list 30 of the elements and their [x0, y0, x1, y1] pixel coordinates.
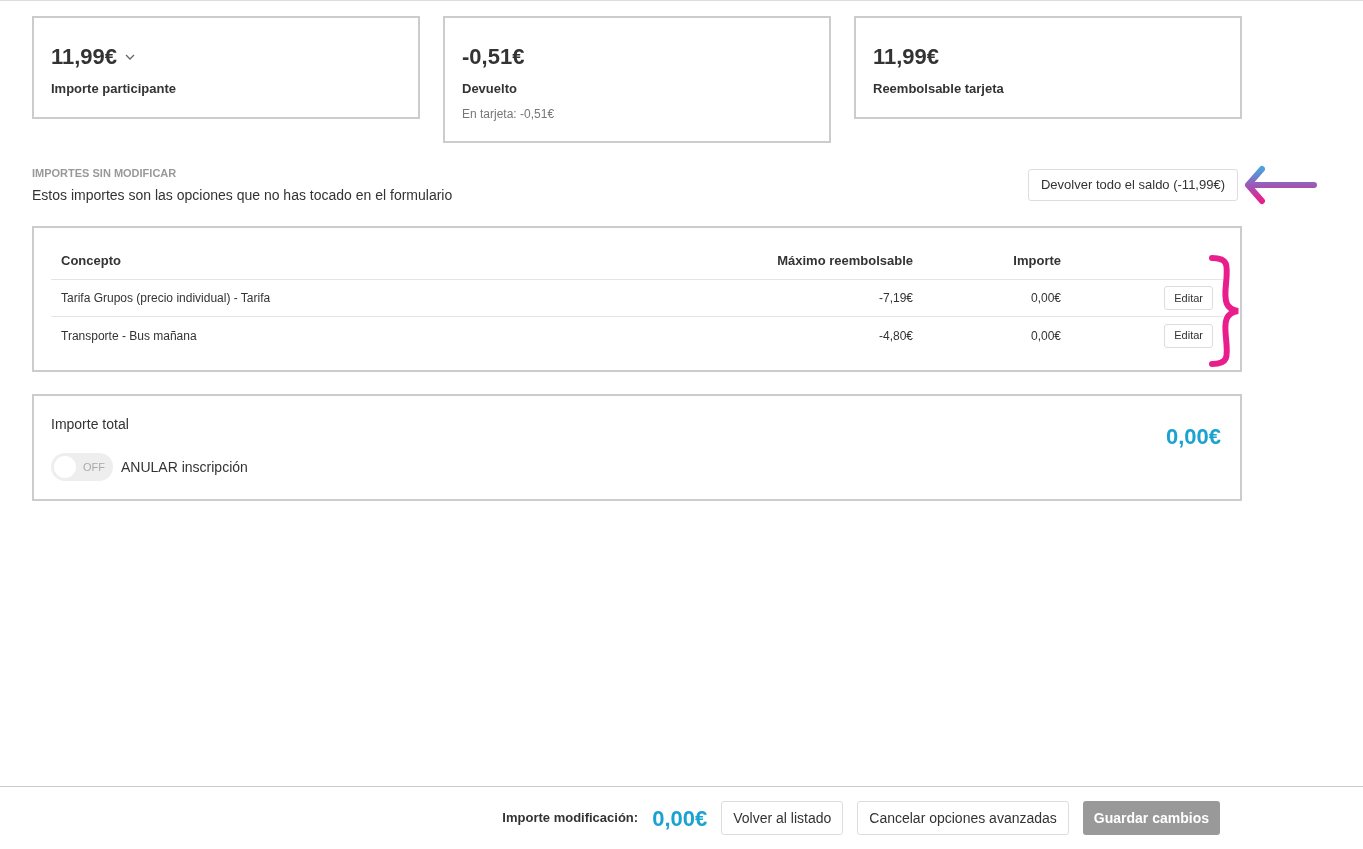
chevron-down-icon[interactable] [125, 53, 136, 60]
card-amount: 11,99€ [873, 43, 940, 71]
card-amount: 11,99€ [51, 43, 118, 71]
refund-all-button[interactable]: Devolver todo el saldo (-11,99€) [1027, 168, 1238, 201]
column-header: Máximo reembolsable [776, 251, 913, 270]
modification-amount: 0,00€ [652, 804, 708, 833]
table-cell-text: -4,80€ [877, 327, 913, 345]
section-heading: IMPORTES SIN MODIFICAR [32, 165, 178, 181]
table-cell-text: 0,00€ [1029, 290, 1061, 307]
arrow-annotation-icon [1242, 164, 1318, 205]
column-header: Concepto [61, 251, 122, 270]
table-cell-text: Transporte - Bus mañana [61, 327, 198, 345]
card-label: Devuelto [462, 80, 518, 98]
total-amount: 0,00€ [1165, 423, 1221, 451]
footer-button[interactable]: Cancelar opciones avanzadas [857, 801, 1069, 835]
card-note: En tarjeta: -0,51€ [462, 105, 556, 123]
toggle-label: ANULAR inscripción [121, 457, 248, 477]
table-cell-text: 0,00€ [1029, 327, 1061, 345]
card-amount: -0,51€ [462, 43, 525, 71]
modification-label: Importe modificación: [502, 809, 639, 828]
edit-button[interactable]: Editar [1164, 286, 1213, 310]
card-label: Importe participante [51, 80, 177, 98]
table-cell-text: -7,19€ [877, 290, 913, 307]
total-label: Importe total [51, 415, 130, 434]
edit-button[interactable]: Editar [1164, 323, 1213, 348]
table-cell-text: Tarifa Grupos (precio individual) - Tarifa [61, 290, 272, 307]
footer-button[interactable]: Volver al listado [721, 801, 844, 835]
column-header: Importe [1012, 251, 1061, 270]
section-description: Estos importes son las opciones que no has tocado en el formulario [32, 186, 453, 205]
card-label: Reembolsable tarjeta [873, 80, 1005, 98]
